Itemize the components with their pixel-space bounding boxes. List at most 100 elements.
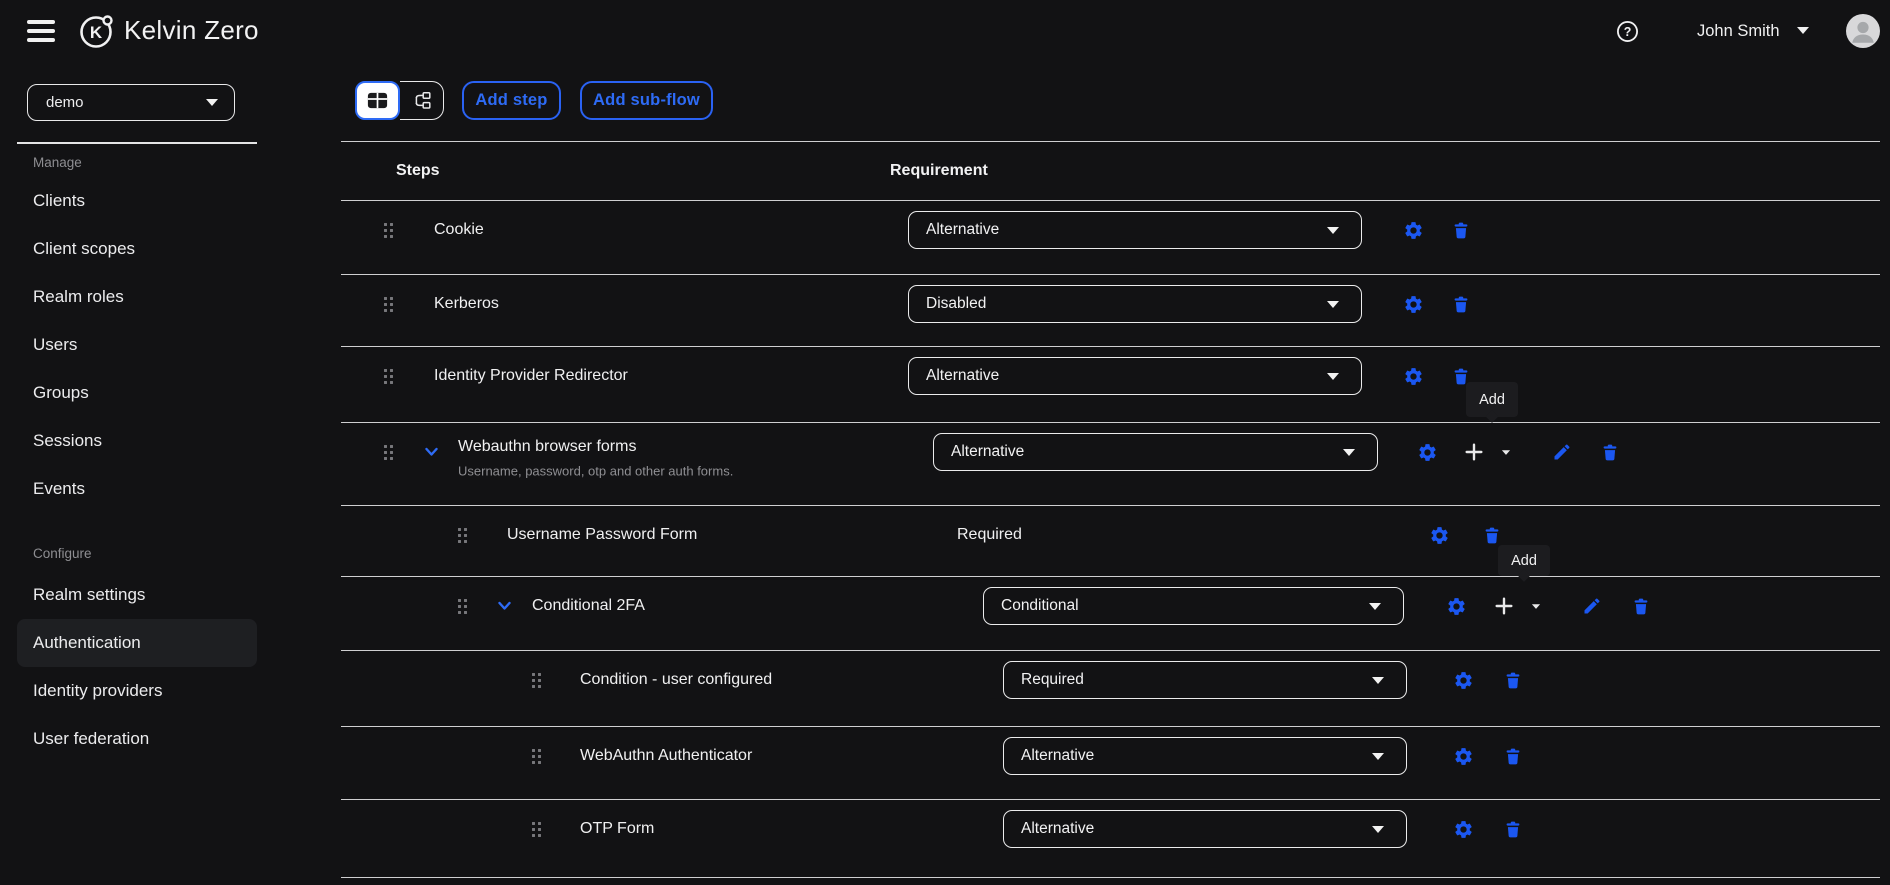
step-name: Webauthn browser forms	[458, 438, 637, 455]
sidebar-item-user-federation[interactable]: User federation	[0, 715, 283, 763]
drag-handle-icon[interactable]	[450, 594, 474, 618]
step-name: Identity Provider Redirector	[434, 367, 628, 384]
delete-icon[interactable]	[1629, 594, 1653, 618]
sidebar-item-realm-settings[interactable]: Realm settings	[0, 571, 283, 619]
requirement-select-value: Alternative	[951, 443, 1025, 460]
collapse-chevron-icon[interactable]	[419, 440, 443, 464]
settings-icon[interactable]	[1401, 292, 1425, 316]
settings-icon[interactable]	[1451, 668, 1475, 692]
requirement-select[interactable]: Alternative	[908, 211, 1362, 249]
nav-section-label-manage: Manage	[33, 155, 82, 170]
select-caret-icon	[1327, 226, 1339, 234]
table-view-toggle[interactable]	[355, 81, 400, 120]
user-menu[interactable]: John Smith	[1697, 22, 1780, 41]
help-icon[interactable]: ?	[1616, 20, 1639, 48]
nav-group-manage: Clients Client scopes Realm roles Users Grou…	[0, 177, 283, 513]
add-tooltip: Add	[1498, 545, 1550, 582]
collapse-chevron-icon[interactable]	[492, 594, 516, 618]
table-body: Cookie Alternative Kerberos Disabled Identit…	[341, 201, 1880, 878]
drag-handle-icon[interactable]	[524, 817, 548, 841]
requirement-text: Required	[957, 526, 1022, 543]
delete-icon[interactable]	[1598, 440, 1622, 464]
delete-icon[interactable]	[1501, 668, 1525, 692]
column-header-requirement: Requirement	[890, 162, 988, 179]
settings-icon[interactable]	[1427, 523, 1451, 547]
delete-icon[interactable]	[1501, 817, 1525, 841]
sidebar-item-authentication[interactable]: Authentication	[17, 619, 257, 667]
app-title: Kelvin Zero	[124, 15, 259, 45]
sidebar-item-realm-roles[interactable]: Realm roles	[0, 273, 283, 321]
auth-flow-table: Steps Requirement Cookie Alternative Kerbe…	[341, 141, 1880, 878]
requirement-select[interactable]: Alternative	[1003, 810, 1407, 848]
table-row: Condition - user configured Required	[341, 651, 1880, 727]
drag-handle-icon[interactable]	[524, 668, 548, 692]
settings-icon[interactable]	[1415, 440, 1439, 464]
add-icon[interactable]	[1492, 594, 1516, 618]
step-name: Cookie	[434, 221, 484, 238]
sidebar-item-events[interactable]: Events	[0, 465, 283, 513]
step-name: Condition - user configured	[580, 671, 773, 688]
requirement-select[interactable]: Alternative	[908, 357, 1362, 395]
sidebar-item-client-scopes[interactable]: Client scopes	[0, 225, 283, 273]
add-options-chevron-icon[interactable]	[1494, 440, 1518, 464]
app-root: K Kelvin Zero ? John Smith demo Manage C…	[0, 0, 1890, 885]
step-description: Username, password, otp and other auth f…	[458, 463, 734, 479]
diagram-view-toggle[interactable]	[400, 81, 444, 120]
delete-icon[interactable]	[1449, 218, 1473, 242]
table-row: Username Password Form Required Add	[341, 506, 1880, 582]
edit-icon[interactable]	[1580, 594, 1604, 618]
sidebar-item-identity-providers[interactable]: Identity providers	[0, 667, 283, 715]
settings-icon[interactable]	[1444, 594, 1468, 618]
drag-handle-icon[interactable]	[524, 744, 548, 768]
delete-icon[interactable]	[1501, 744, 1525, 768]
settings-icon[interactable]	[1451, 817, 1475, 841]
drag-handle-icon[interactable]	[376, 218, 400, 242]
sidebar-item-clients[interactable]: Clients	[0, 177, 283, 225]
kelvin-zero-logo-icon: K	[78, 12, 116, 57]
step-name: Username Password Form	[507, 526, 698, 543]
requirement-select[interactable]: Required	[1003, 661, 1407, 699]
drag-handle-icon[interactable]	[376, 364, 400, 388]
settings-icon[interactable]	[1401, 364, 1425, 388]
add-sub-flow-button[interactable]: Add sub-flow	[580, 81, 713, 120]
select-caret-icon	[1343, 448, 1355, 456]
delete-icon[interactable]	[1480, 523, 1504, 547]
add-tooltip: Add	[1466, 382, 1518, 423]
sidebar-item-users[interactable]: Users	[0, 321, 283, 369]
requirement-select-value: Conditional	[1001, 597, 1079, 614]
table-row: Conditional 2FA Conditional	[341, 577, 1880, 651]
drag-handle-icon[interactable]	[376, 440, 400, 464]
delete-icon[interactable]	[1449, 292, 1473, 316]
edit-icon[interactable]	[1550, 440, 1574, 464]
hamburger-menu-icon[interactable]	[27, 20, 55, 42]
table-row: Webauthn browser forms Username, password…	[341, 423, 1880, 506]
add-icon[interactable]	[1462, 440, 1486, 464]
user-avatar[interactable]	[1845, 13, 1881, 54]
table-row: Cookie Alternative	[341, 201, 1880, 275]
requirement-select[interactable]: Disabled	[908, 285, 1362, 323]
user-menu-caret-icon[interactable]	[1797, 27, 1809, 34]
sidebar-item-sessions[interactable]: Sessions	[0, 417, 283, 465]
add-options-chevron-icon[interactable]	[1524, 594, 1548, 618]
step-name: OTP Form	[580, 820, 655, 837]
sidebar-item-groups[interactable]: Groups	[0, 369, 283, 417]
top-bar: K Kelvin Zero ? John Smith	[0, 0, 1890, 63]
select-caret-icon	[1327, 300, 1339, 308]
requirement-select[interactable]: Conditional	[983, 587, 1404, 625]
settings-icon[interactable]	[1451, 744, 1475, 768]
add-step-button[interactable]: Add step	[462, 81, 561, 120]
step-name: WebAuthn Authenticator	[580, 747, 753, 764]
drag-handle-icon[interactable]	[376, 292, 400, 316]
requirement-select-value: Alternative	[1021, 747, 1095, 764]
realm-selector[interactable]: demo	[27, 84, 235, 121]
requirement-select[interactable]: Alternative	[1003, 737, 1407, 775]
settings-icon[interactable]	[1401, 218, 1425, 242]
requirement-select[interactable]: Alternative	[933, 433, 1378, 471]
requirement-select-value: Required	[1021, 671, 1084, 688]
select-caret-icon	[1372, 676, 1384, 684]
nav-section-label-configure: Configure	[33, 546, 92, 561]
drag-handle-icon[interactable]	[450, 523, 474, 547]
select-caret-icon	[1372, 752, 1384, 760]
table-row: OTP Form Alternative	[341, 800, 1880, 878]
realm-selector-caret-icon	[206, 99, 218, 106]
